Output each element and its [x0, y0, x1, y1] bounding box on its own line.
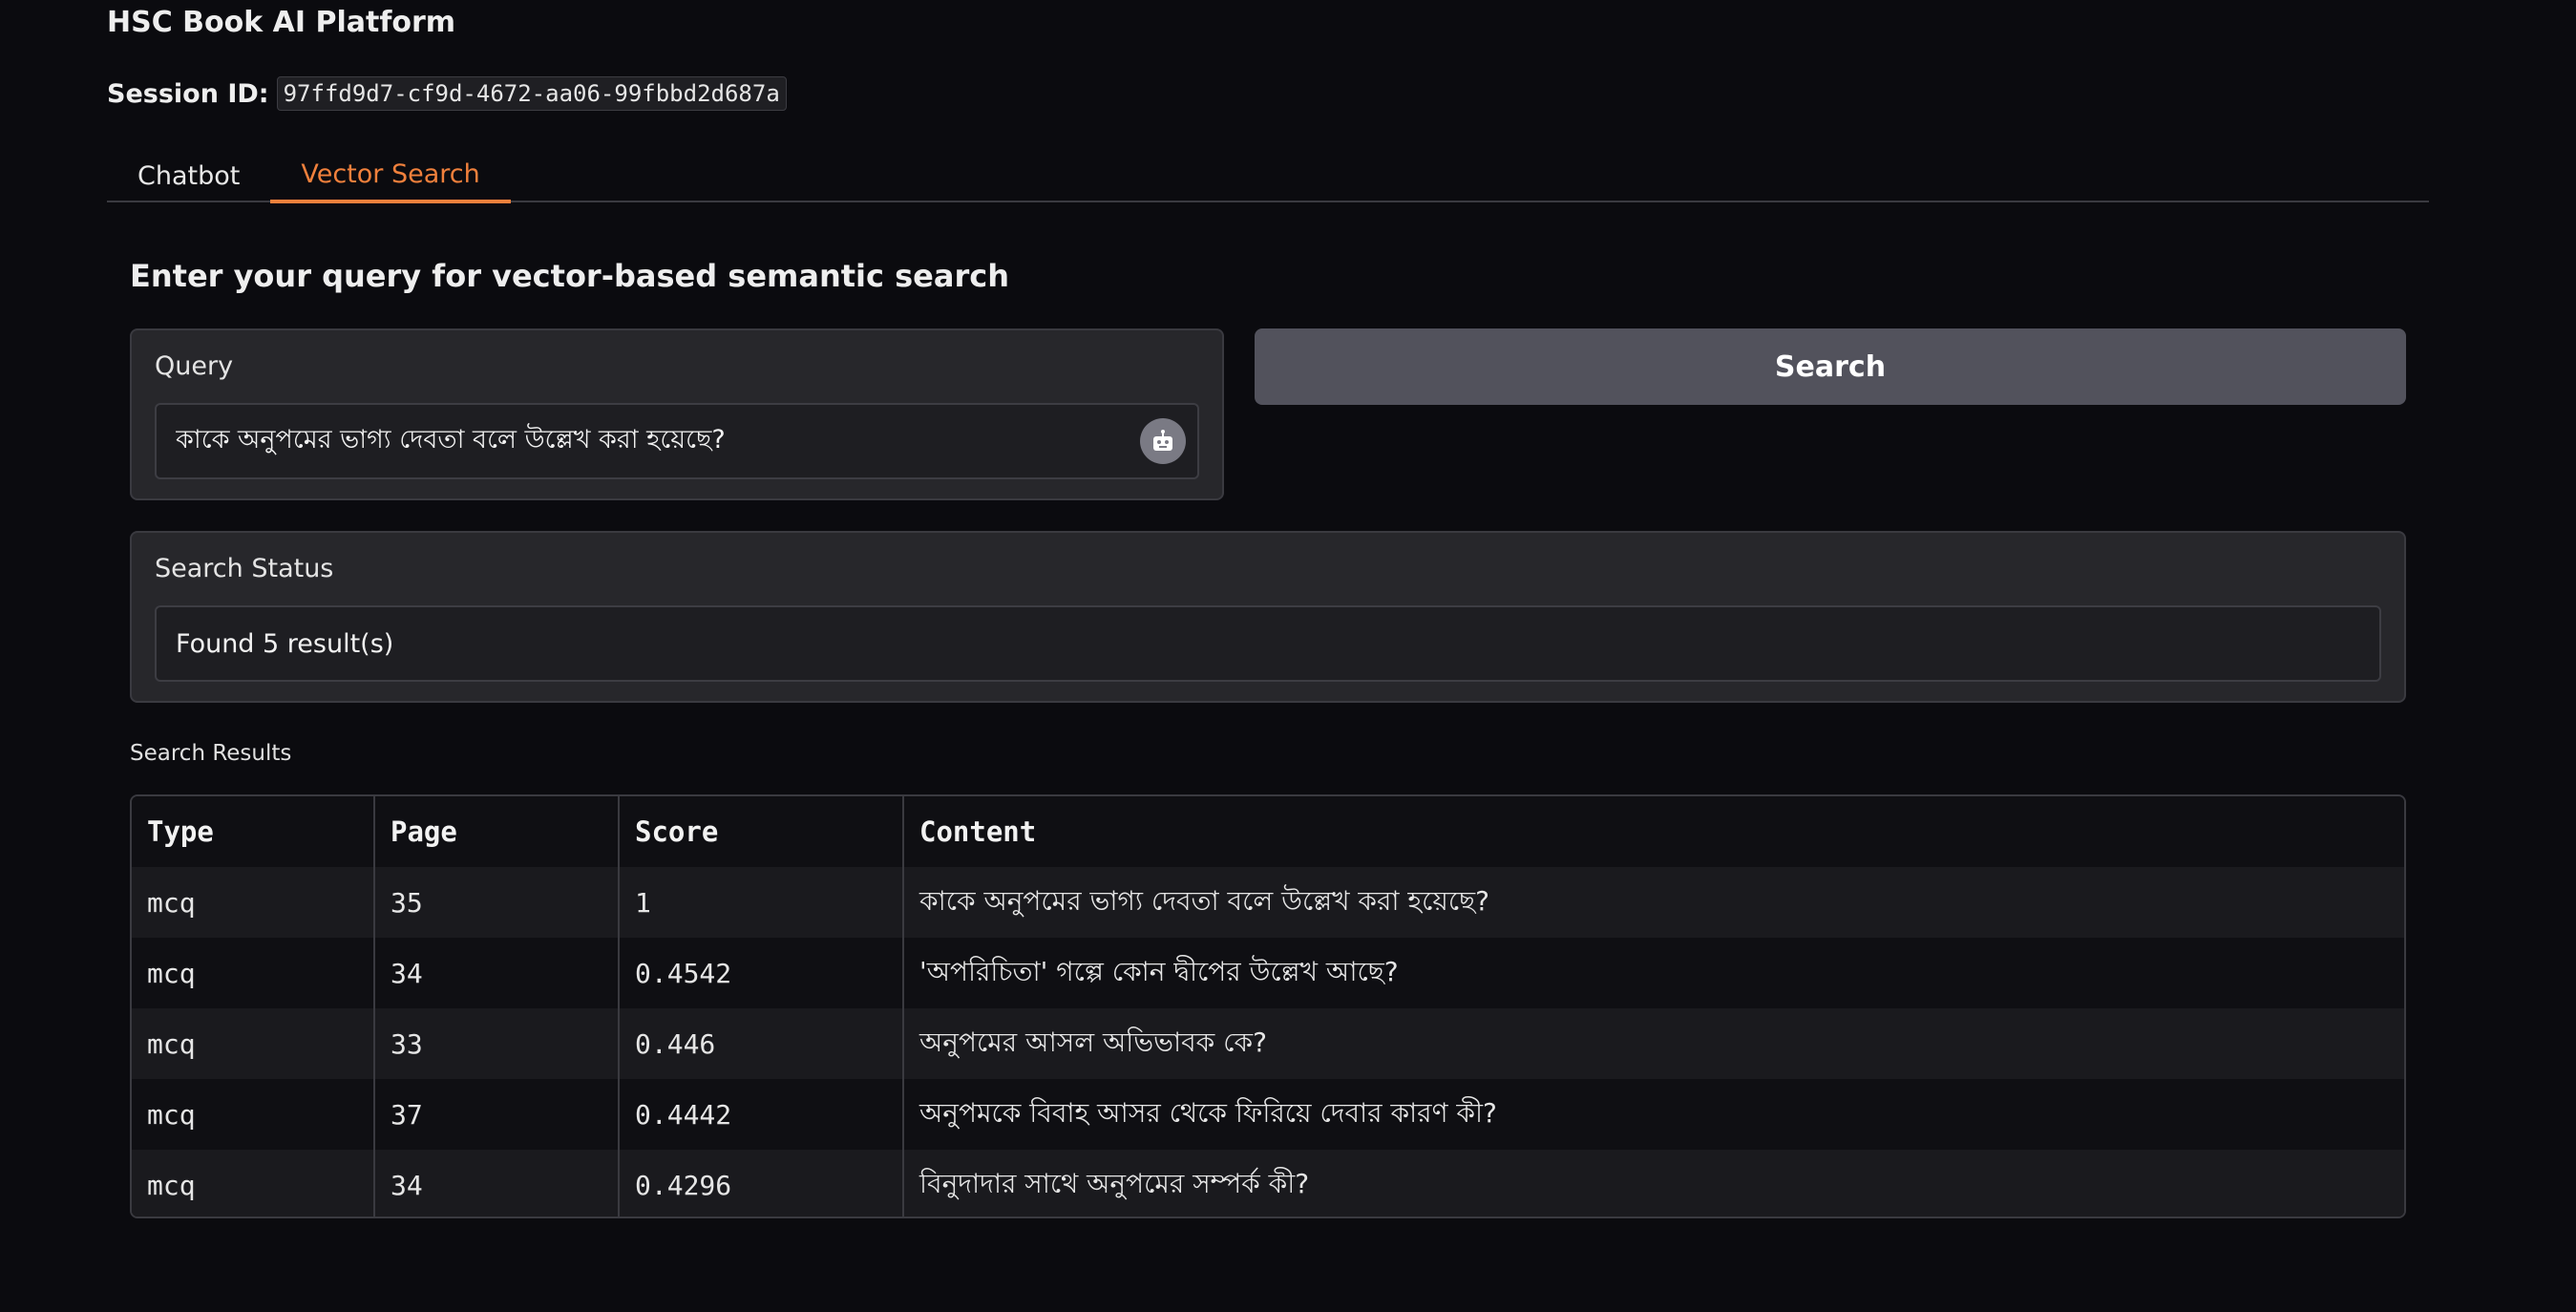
status-label: Search Status [155, 554, 334, 583]
robot-icon[interactable] [1140, 418, 1186, 464]
search-heading: Enter your query for vector-based semant… [130, 258, 1009, 294]
cell-content: বিনুদাদার সাথে অনুপমের সম্পর্ক কী? [903, 1150, 2404, 1217]
column-header-type[interactable]: Type [132, 796, 375, 867]
column-header-page[interactable]: Page [374, 796, 620, 867]
cell-content: কাকে অনুপমের ভাগ্য দেবতা বলে উল্লেখ করা … [903, 867, 2404, 938]
cell-type: mcq [132, 938, 375, 1008]
cell-score: 0.4542 [619, 938, 904, 1008]
session-info: Session ID: 97ffd9d7-cf9d-4672-aa06-99fb… [107, 76, 787, 111]
table-row: mcq 37 0.4442 অনুপমকে বিবাহ আসর থেকে ফির… [132, 1079, 2404, 1150]
tab-chatbot[interactable]: Chatbot [107, 149, 270, 202]
cell-type: mcq [132, 1150, 375, 1217]
cell-score: 0.446 [619, 1008, 904, 1079]
cell-type: mcq [132, 867, 375, 938]
cell-page: 34 [374, 938, 620, 1008]
cell-score: 0.4442 [619, 1079, 904, 1150]
session-label: Session ID: [107, 78, 269, 109]
cell-type: mcq [132, 1008, 375, 1079]
query-panel: Query [130, 328, 1224, 500]
app-title: HSC Book AI Platform [107, 6, 456, 39]
query-label: Query [155, 351, 234, 381]
table-row: mcq 33 0.446 অনুপমের আসল অভিভাবক কে? [132, 1008, 2404, 1079]
cell-type: mcq [132, 1079, 375, 1150]
cell-page: 33 [374, 1008, 620, 1079]
status-panel: Search Status Found 5 result(s) [130, 531, 2406, 703]
cell-content: 'অপরিচিতা' গল্পে কোন দ্বীপের উল্লেখ আছে? [903, 938, 2404, 1008]
session-id: 97ffd9d7-cf9d-4672-aa06-99fbbd2d687a [276, 76, 787, 111]
cell-score: 1 [619, 867, 904, 938]
column-header-score[interactable]: Score [619, 796, 904, 867]
cell-page: 34 [374, 1150, 620, 1217]
cell-page: 37 [374, 1079, 620, 1150]
tab-vector-search[interactable]: Vector Search [270, 149, 511, 203]
table-header-row: Type Page Score Content [132, 796, 2404, 867]
table-row: mcq 34 0.4542 'অপরিচিতা' গল্পে কোন দ্বীপ… [132, 938, 2404, 1008]
column-header-content[interactable]: Content [903, 796, 2404, 867]
status-field: Found 5 result(s) [155, 605, 2381, 682]
search-button[interactable]: Search [1255, 328, 2406, 405]
tab-bar: Chatbot Vector Search [107, 149, 2429, 203]
query-input-wrapper [155, 403, 1199, 479]
query-input[interactable] [157, 405, 1111, 477]
cell-content: অনুপমের আসল অভিভাবক কে? [903, 1008, 2404, 1079]
table-row: mcq 35 1 কাকে অনুপমের ভাগ্য দেবতা বলে উল… [132, 867, 2404, 938]
cell-content: অনুপমকে বিবাহ আসর থেকে ফিরিয়ে দেবার কার… [903, 1079, 2404, 1150]
cell-page: 35 [374, 867, 620, 938]
results-label: Search Results [130, 741, 292, 766]
cell-score: 0.4296 [619, 1150, 904, 1217]
results-table: Type Page Score Content mcq 35 1 কাকে অন… [130, 794, 2406, 1218]
table-row: mcq 34 0.4296 বিনুদাদার সাথে অনুপমের সম্… [132, 1150, 2404, 1217]
